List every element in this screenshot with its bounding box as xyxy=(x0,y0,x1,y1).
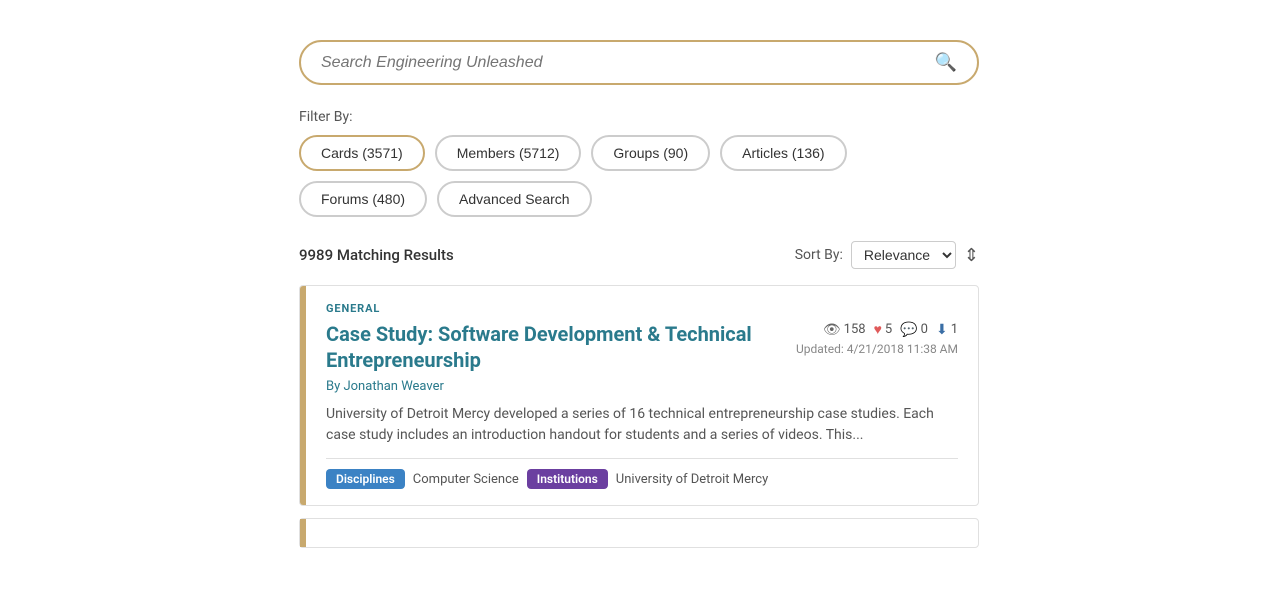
filter-label: Filter By: xyxy=(299,109,979,125)
card-author[interactable]: By Jonathan Weaver xyxy=(326,379,958,394)
card-body: GENERAL Case Study: Software Development… xyxy=(306,286,978,505)
search-icon[interactable]: 🔍 xyxy=(935,52,957,73)
sort-section: Sort By: Relevance Date Views Likes ⇕ xyxy=(795,241,979,269)
card-updated: Updated: 4/21/2018 11:38 AM xyxy=(796,342,958,356)
filter-btn-members[interactable]: Members (5712) xyxy=(435,135,582,171)
filter-section: Filter By: Cards (3571) Members (5712) G… xyxy=(299,109,979,217)
sort-label: Sort By: xyxy=(795,247,843,263)
filter-buttons-row-2: Forums (480) Advanced Search xyxy=(299,181,979,217)
tag-university: University of Detroit Mercy xyxy=(616,472,768,487)
downloads-count: 1 xyxy=(951,322,958,337)
comments-count: 0 xyxy=(921,322,928,337)
card-stats-row: 👁 158 ♥ 5 💬 0 ⬇ 1 xyxy=(796,321,958,338)
comment-icon: 💬 xyxy=(900,322,917,338)
stat-views: 👁 158 xyxy=(823,322,866,338)
filter-btn-advanced-search[interactable]: Advanced Search xyxy=(437,181,592,217)
filter-btn-articles[interactable]: Articles (136) xyxy=(720,135,846,171)
filter-buttons-row-1: Cards (3571) Members (5712) Groups (90) … xyxy=(299,135,979,171)
search-input[interactable] xyxy=(321,54,935,72)
tag-computer-science: Computer Science xyxy=(413,472,519,487)
result-card: GENERAL Case Study: Software Development… xyxy=(299,285,979,506)
tag-institutions[interactable]: Institutions xyxy=(527,469,608,489)
views-count: 158 xyxy=(844,322,866,337)
stat-comments: 💬 0 xyxy=(900,322,928,338)
stat-downloads: ⬇ 1 xyxy=(936,322,958,338)
results-count: 9989 Matching Results xyxy=(299,246,454,264)
filter-btn-cards[interactable]: Cards (3571) xyxy=(299,135,425,171)
results-header: 9989 Matching Results Sort By: Relevance… xyxy=(299,237,979,269)
card-title[interactable]: Case Study: Software Development & Techn… xyxy=(326,321,784,373)
filter-btn-forums[interactable]: Forums (480) xyxy=(299,181,427,217)
card-divider xyxy=(326,458,958,459)
search-bar: 🔍 xyxy=(299,40,979,85)
heart-icon: ♥ xyxy=(874,321,882,338)
card-title-row: Case Study: Software Development & Techn… xyxy=(326,321,958,373)
card-stats: 👁 158 ♥ 5 💬 0 ⬇ 1 xyxy=(796,321,958,356)
page-wrapper: 🔍 Filter By: Cards (3571) Members (5712)… xyxy=(279,0,999,568)
result-card-stub xyxy=(299,518,979,548)
sort-select[interactable]: Relevance Date Views Likes xyxy=(851,241,956,269)
stat-likes: ♥ 5 xyxy=(874,321,893,338)
filter-btn-groups[interactable]: Groups (90) xyxy=(591,135,710,171)
tag-disciplines[interactable]: Disciplines xyxy=(326,469,405,489)
download-icon: ⬇ xyxy=(936,322,948,338)
card-category: GENERAL xyxy=(326,302,958,315)
card-stub-accent xyxy=(300,519,306,547)
sort-icon[interactable]: ⇕ xyxy=(964,245,979,266)
card-tags: Disciplines Computer Science Institution… xyxy=(326,469,958,489)
likes-count: 5 xyxy=(885,322,892,337)
card-description: University of Detroit Mercy developed a … xyxy=(326,404,958,446)
eye-icon: 👁 xyxy=(823,322,841,338)
